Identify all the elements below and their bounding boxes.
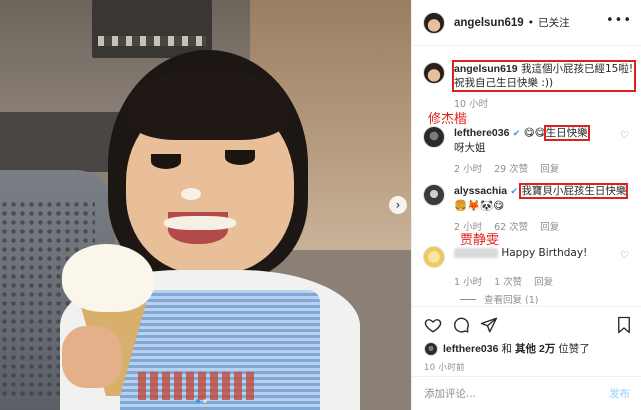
photo-child-bangs — [128, 70, 288, 140]
post-side-panel: angelsun619 • 已关注 ••• angelsun619 我這個小屁孩… — [411, 0, 641, 410]
carousel-dot-active — [196, 399, 200, 403]
comment-1: lefthere036 ✔ 😋😋生日快樂 呀大姐 ♡ 2 小时 29 次赞 回复 — [423, 125, 637, 175]
header-separator: • — [527, 16, 535, 29]
likes-others-prefix[interactable]: 其他 — [515, 341, 536, 356]
action-icons — [424, 316, 498, 334]
photo-child-eye-left — [151, 154, 181, 169]
author-username[interactable]: angelsun619 — [454, 17, 524, 29]
author-avatar[interactable] — [423, 11, 445, 34]
post-header: angelsun619 • 已关注 ••• — [412, 0, 641, 46]
comment-username[interactable]: lefthere036 — [454, 127, 509, 139]
caption-meta: 10 小时 — [454, 96, 637, 110]
follow-status-button[interactable]: 已关注 — [538, 15, 570, 30]
comment-reply-button[interactable]: 回复 — [540, 161, 559, 175]
heart-icon[interactable] — [424, 316, 442, 334]
photo-dress-lettering — [138, 372, 258, 400]
caption-username[interactable]: angelsun619 — [454, 63, 518, 75]
share-icon[interactable] — [480, 316, 498, 334]
verified-badge-icon: ✔ — [510, 187, 519, 197]
photo-ice-cream-scoop — [62, 244, 154, 312]
comment-row: lefthere036 ✔ 😋😋生日快樂 呀大姐 — [423, 125, 637, 155]
comment-text: Happy Birthday! — [501, 247, 588, 259]
photo-child-eye-right — [225, 150, 255, 165]
comment-body: alyssachia ✔ 我寶貝小屁孩生日快樂 🍔🦊🐼😋 — [454, 183, 634, 213]
comment-reply-button[interactable]: 回复 — [540, 219, 559, 233]
likes-count[interactable]: 2万 — [539, 341, 555, 356]
more-options-icon[interactable]: ••• — [606, 13, 632, 28]
photo-drink-machine — [92, 0, 212, 58]
comment-time: 1 小时 — [454, 277, 483, 288]
blurred-username — [454, 248, 498, 258]
comment-like-heart-icon[interactable]: ♡ — [620, 130, 629, 141]
comment-body: Happy Birthday! — [454, 246, 634, 268]
next-photo-chevron-icon[interactable]: › — [389, 196, 407, 214]
likes-suffix: 位赞了 — [558, 343, 590, 355]
comment-3: Happy Birthday! ♡ 1 小时 1 次赞 回复 — [423, 246, 637, 288]
photo-child-hand — [62, 326, 122, 388]
verified-badge-icon: ✔ — [512, 129, 521, 139]
comment-composer[interactable]: 添加评论... 发布 — [412, 376, 641, 410]
post-comment-button[interactable]: 发布 — [609, 386, 630, 401]
comment-input[interactable]: 添加评论... — [424, 386, 609, 401]
comment-meta: 1 小时 1 次赞 回复 — [454, 274, 637, 288]
caption-text-highlighted: angelsun619 我這個小屁孩已經15啦! 祝我自己生日快樂 :)) — [452, 60, 636, 92]
view-replies-line — [460, 298, 476, 300]
comment-meta: 2 小时 29 次赞 回复 — [454, 161, 637, 175]
carousel-dot — [203, 399, 207, 403]
comment-time: 2 小时 — [454, 164, 483, 175]
post-time: 10 小时前 — [424, 363, 465, 373]
photo-cream-on-nose — [181, 188, 201, 200]
comment-reply-button[interactable]: 回复 — [534, 274, 553, 288]
comment-likes[interactable]: 29 次赞 — [494, 161, 528, 175]
liker-username[interactable]: lefthere036 — [443, 343, 498, 355]
caption-avatar[interactable] — [423, 62, 445, 84]
view-replies-label[interactable]: 查看回复 (1) — [484, 292, 538, 306]
comment-emoji: 😋😋 — [523, 127, 546, 139]
comment-emoji: 🍔🦊🐼😋 — [454, 200, 505, 212]
comment-likes[interactable]: 1 次赞 — [494, 274, 522, 288]
photo-drink-taps — [98, 36, 206, 46]
photo-table — [0, 112, 120, 172]
likes-conjunction: 和 — [501, 343, 512, 355]
carousel-dots — [196, 399, 207, 403]
comment-avatar[interactable] — [423, 246, 445, 268]
comment-highlighted-text: 我寶貝小屁孩生日快樂 — [519, 183, 629, 199]
comment-likes[interactable]: 62 次赞 — [494, 219, 528, 233]
comment-username[interactable]: alyssachia — [454, 185, 507, 197]
liker-avatar[interactable] — [424, 341, 438, 356]
caption-row: angelsun619 我這個小屁孩已經15啦! 祝我自己生日快樂 :)) — [423, 60, 637, 92]
comment-highlighted-text: 生日快樂 — [543, 125, 590, 141]
comment-like-heart-icon[interactable]: ♡ — [620, 250, 629, 261]
bookmark-icon[interactable] — [616, 316, 632, 334]
comment-text-after: 呀大姐 — [454, 142, 486, 154]
comment-2: alyssachia ✔ 我寶貝小屁孩生日快樂 🍔🦊🐼😋 ♡ 2 小时 62 次… — [423, 183, 637, 233]
post-photo[interactable]: › — [0, 0, 411, 410]
comment-row: Happy Birthday! — [423, 246, 637, 268]
comment-icon[interactable] — [452, 316, 470, 334]
instagram-post: › angelsun619 • 已关注 ••• angelsun619 我這個小… — [0, 0, 641, 410]
annotation-label-1: 修杰楷 — [428, 112, 468, 127]
photo-cream-on-lips — [164, 216, 236, 230]
comment-row: alyssachia ✔ 我寶貝小屁孩生日快樂 🍔🦊🐼😋 — [423, 183, 637, 213]
view-replies-link[interactable]: 查看回复 (1) — [460, 292, 538, 306]
comment-avatar[interactable] — [423, 184, 445, 206]
comment-body: lefthere036 ✔ 😋😋生日快樂 呀大姐 — [454, 125, 634, 155]
likes-summary: lefthere036 和 其他 2万 位赞了 — [424, 341, 590, 356]
comment-avatar[interactable] — [423, 126, 445, 148]
caption: angelsun619 我這個小屁孩已經15啦! 祝我自己生日快樂 :)) 10… — [423, 60, 637, 110]
comment-like-heart-icon[interactable]: ♡ — [620, 188, 629, 199]
